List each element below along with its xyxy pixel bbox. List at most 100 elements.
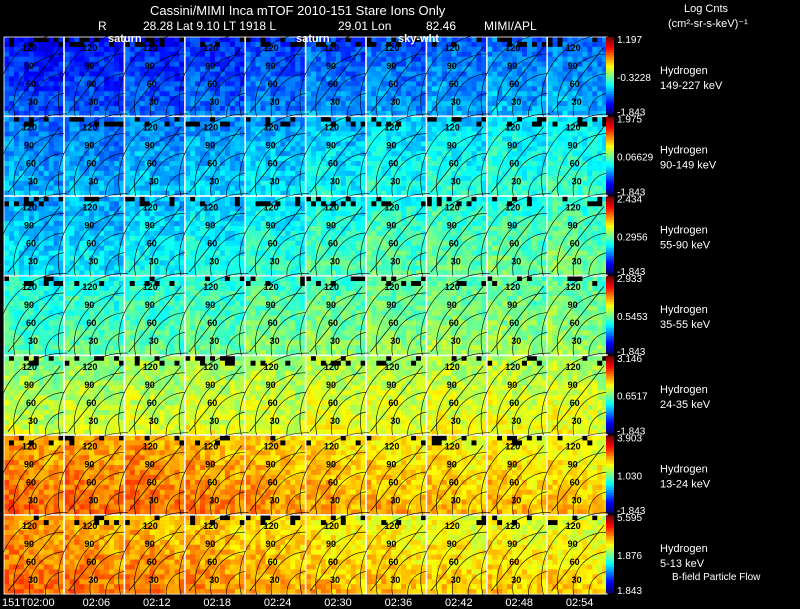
x-tick-label: 02:48 bbox=[505, 597, 533, 609]
contour-label: 90 bbox=[447, 380, 457, 390]
contour-label: 90 bbox=[84, 300, 94, 310]
frame-r6-c8: 120 90 60 30 bbox=[480, 512, 551, 599]
contour-label: 90 bbox=[205, 460, 215, 470]
energy-label: 35-55 keV bbox=[660, 319, 711, 331]
contour-label: 90 bbox=[568, 300, 578, 310]
x-tick-label: 02:18 bbox=[203, 597, 231, 609]
contour-label: 90 bbox=[507, 220, 517, 230]
colorbar-cmax-label: 1.197 bbox=[617, 35, 642, 46]
frame-r4-c1: 120 90 60 30 bbox=[57, 352, 128, 440]
x-tick-label: 02:12 bbox=[143, 597, 171, 609]
contour-label: 60 bbox=[147, 398, 157, 408]
frame-r2-c5: 120 90 60 30 bbox=[299, 193, 370, 281]
contour-label: 90 bbox=[507, 539, 517, 549]
contour-label: 60 bbox=[328, 79, 338, 89]
contour-label: 90 bbox=[386, 220, 396, 230]
species-label: Hydrogen bbox=[660, 384, 708, 396]
contour-label: 30 bbox=[451, 416, 461, 426]
species-label: Hydrogen bbox=[660, 65, 708, 77]
contour-label: 30 bbox=[88, 336, 98, 346]
frame-r5-c7: 120 90 60 30 bbox=[420, 432, 491, 520]
contour-label: 60 bbox=[328, 557, 338, 567]
frame-r4-c7: 120 90 60 30 bbox=[420, 352, 491, 440]
frame-r2-c2: 120 90 60 30 bbox=[118, 193, 189, 281]
colorbar-cmax-label: 2.434 bbox=[617, 194, 642, 205]
contour-label: 30 bbox=[149, 416, 159, 426]
frame-r3-c2: 120 90 60 30 bbox=[118, 273, 189, 360]
contour-label: 120 bbox=[264, 442, 279, 452]
contour-label: 120 bbox=[143, 442, 158, 452]
contour-label: 60 bbox=[26, 159, 36, 169]
contour-label: 30 bbox=[572, 496, 582, 506]
x-tick-label: 02:36 bbox=[384, 597, 413, 609]
colorbar-0: 1.197-0.3228-1.843 bbox=[606, 35, 651, 119]
contour-label: 120 bbox=[82, 362, 97, 372]
contour-label: 60 bbox=[147, 478, 157, 488]
contour-label: 90 bbox=[145, 61, 155, 71]
contour-label: 120 bbox=[445, 43, 460, 53]
contour-label: 120 bbox=[445, 202, 460, 212]
contour-label: 90 bbox=[84, 460, 94, 470]
contour-label: 30 bbox=[149, 256, 159, 266]
contour-label: 30 bbox=[390, 496, 400, 506]
frame-r1-c8: 120 90 60 30 bbox=[480, 113, 551, 201]
contour-label: 120 bbox=[203, 282, 218, 292]
contour-label: 120 bbox=[505, 202, 520, 212]
contour-label: 30 bbox=[28, 416, 38, 426]
frame-r1-c4: 120 90 60 30 bbox=[239, 113, 310, 201]
frame-r6-c0: 120 90 60 30 bbox=[0, 512, 68, 599]
contour-label: 90 bbox=[24, 220, 34, 230]
contour-label: 60 bbox=[147, 79, 157, 89]
contour-label: 60 bbox=[26, 398, 36, 408]
colorbar-6: 5.595 1.876 1.843 bbox=[606, 513, 642, 597]
contour-label: 60 bbox=[570, 557, 580, 567]
contour-label: 60 bbox=[388, 478, 398, 488]
contour-label: 30 bbox=[330, 97, 340, 107]
contour-label: 30 bbox=[209, 575, 219, 585]
contour-label: 90 bbox=[447, 141, 457, 151]
contour-label: 120 bbox=[324, 282, 339, 292]
contour-label: 60 bbox=[328, 398, 338, 408]
contour-label: 30 bbox=[28, 496, 38, 506]
frame-r2-c6: 120 90 60 30 bbox=[359, 193, 430, 281]
contour-label: 120 bbox=[264, 202, 279, 212]
contour-label: 90 bbox=[326, 539, 336, 549]
contour-label: 90 bbox=[266, 61, 276, 71]
contour-label: 30 bbox=[572, 97, 582, 107]
contour-label: 90 bbox=[326, 61, 336, 71]
contour-label: 30 bbox=[28, 336, 38, 346]
contour-label: 60 bbox=[268, 557, 278, 567]
contour-label: 120 bbox=[143, 202, 158, 212]
contour-label: 60 bbox=[570, 478, 580, 488]
frame-r2-c7: 120 90 60 30 bbox=[420, 193, 491, 281]
contour-label: 60 bbox=[86, 238, 96, 248]
contour-label: 60 bbox=[388, 79, 398, 89]
contour-label: 30 bbox=[511, 97, 521, 107]
contour-label: 30 bbox=[149, 97, 159, 107]
energy-label: 5-13 keV bbox=[660, 558, 705, 570]
contour-label: 30 bbox=[209, 416, 219, 426]
species-label: Hydrogen bbox=[660, 224, 708, 236]
frame-r6-c2: 120 90 60 30 bbox=[118, 512, 189, 599]
contour-label: 30 bbox=[390, 416, 400, 426]
contour-label: 90 bbox=[24, 61, 34, 71]
contour-label: 60 bbox=[86, 159, 96, 169]
contour-label: 120 bbox=[82, 43, 97, 53]
contour-label: 30 bbox=[28, 575, 38, 585]
contour-label: 30 bbox=[511, 575, 521, 585]
contour-label: 90 bbox=[145, 141, 155, 151]
contour-label: 90 bbox=[24, 460, 34, 470]
contour-label: 90 bbox=[326, 300, 336, 310]
frame-r5-c6: 120 90 60 30 bbox=[359, 432, 430, 520]
contour-label: 90 bbox=[386, 61, 396, 71]
contour-label: 90 bbox=[145, 539, 155, 549]
x-tick-label: 02:42 bbox=[445, 597, 473, 609]
frame-r6-c6: 120 90 60 30 bbox=[359, 512, 430, 599]
contour-label: 60 bbox=[147, 238, 157, 248]
frame-r0-c5: 120906030 bbox=[299, 34, 370, 121]
contour-label: 120 bbox=[505, 442, 520, 452]
colorbar-5: 3.9031.030-1.843 bbox=[606, 434, 646, 517]
contour-label: 90 bbox=[266, 460, 276, 470]
frame-r0-c8: 120 90 60 30 bbox=[480, 34, 551, 121]
frame-r3-c8: 120 90 60 30 bbox=[480, 273, 551, 360]
